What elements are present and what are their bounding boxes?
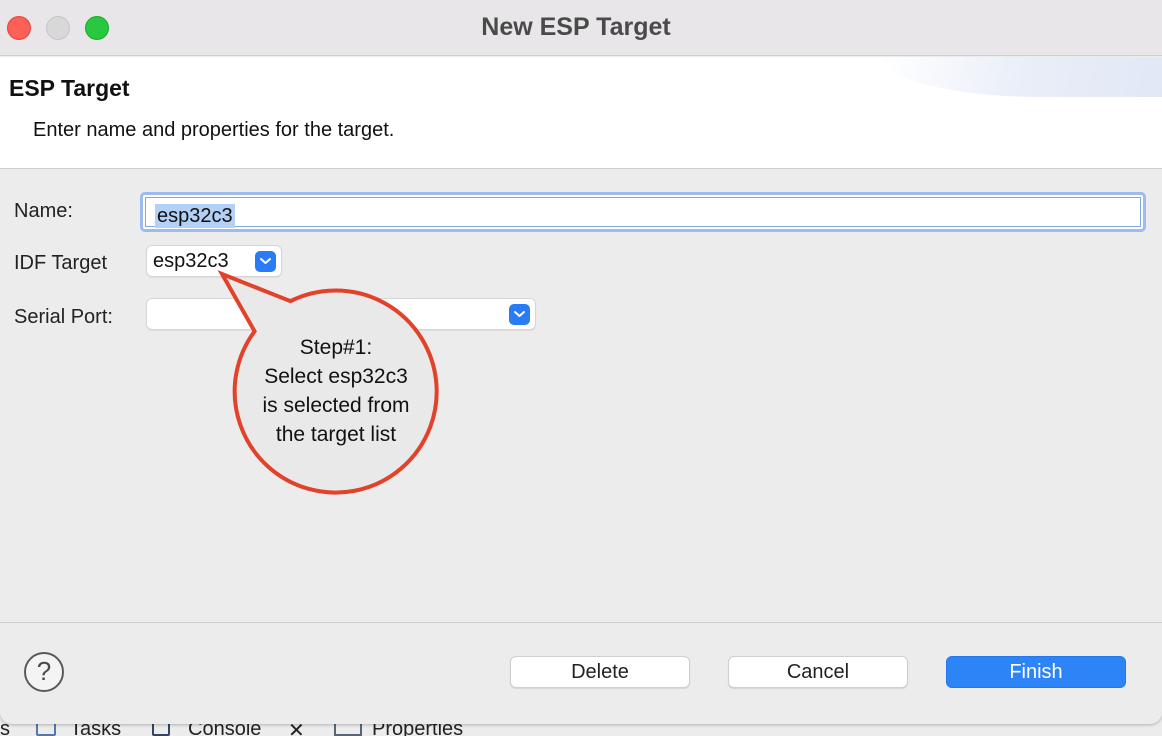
delete-button[interactable]: Delete [510, 656, 690, 688]
callout-line: is selected from [262, 394, 410, 417]
finish-button[interactable]: Finish [946, 656, 1126, 688]
cancel-button[interactable]: Cancel [728, 656, 908, 688]
callout-text: Step#1: Select esp32c3 is selected from … [236, 333, 436, 449]
properties-icon [334, 724, 362, 736]
tab-properties[interactable]: Properties [372, 724, 463, 736]
cut-tab-label: s [0, 724, 10, 736]
help-button[interactable]: ? [24, 652, 64, 692]
close-icon[interactable]: ✕ [288, 724, 305, 736]
background-view-tabs: s Tasks Console ✕ Properties [0, 724, 1162, 736]
callout-line: the target list [275, 423, 397, 446]
tab-console[interactable]: Console [188, 724, 261, 736]
new-esp-target-dialog: New ESP Target ESP Target Enter name and… [0, 0, 1162, 724]
console-icon [152, 724, 170, 736]
help-icon: ? [36, 656, 52, 686]
callout-line: Select esp32c3 [264, 365, 408, 388]
tasks-icon [36, 724, 56, 736]
callout-line: Step#1: [299, 336, 373, 359]
step-callout-bubble [217, 270, 439, 495]
button-bar-divider [0, 622, 1162, 623]
tab-tasks[interactable]: Tasks [70, 724, 121, 736]
